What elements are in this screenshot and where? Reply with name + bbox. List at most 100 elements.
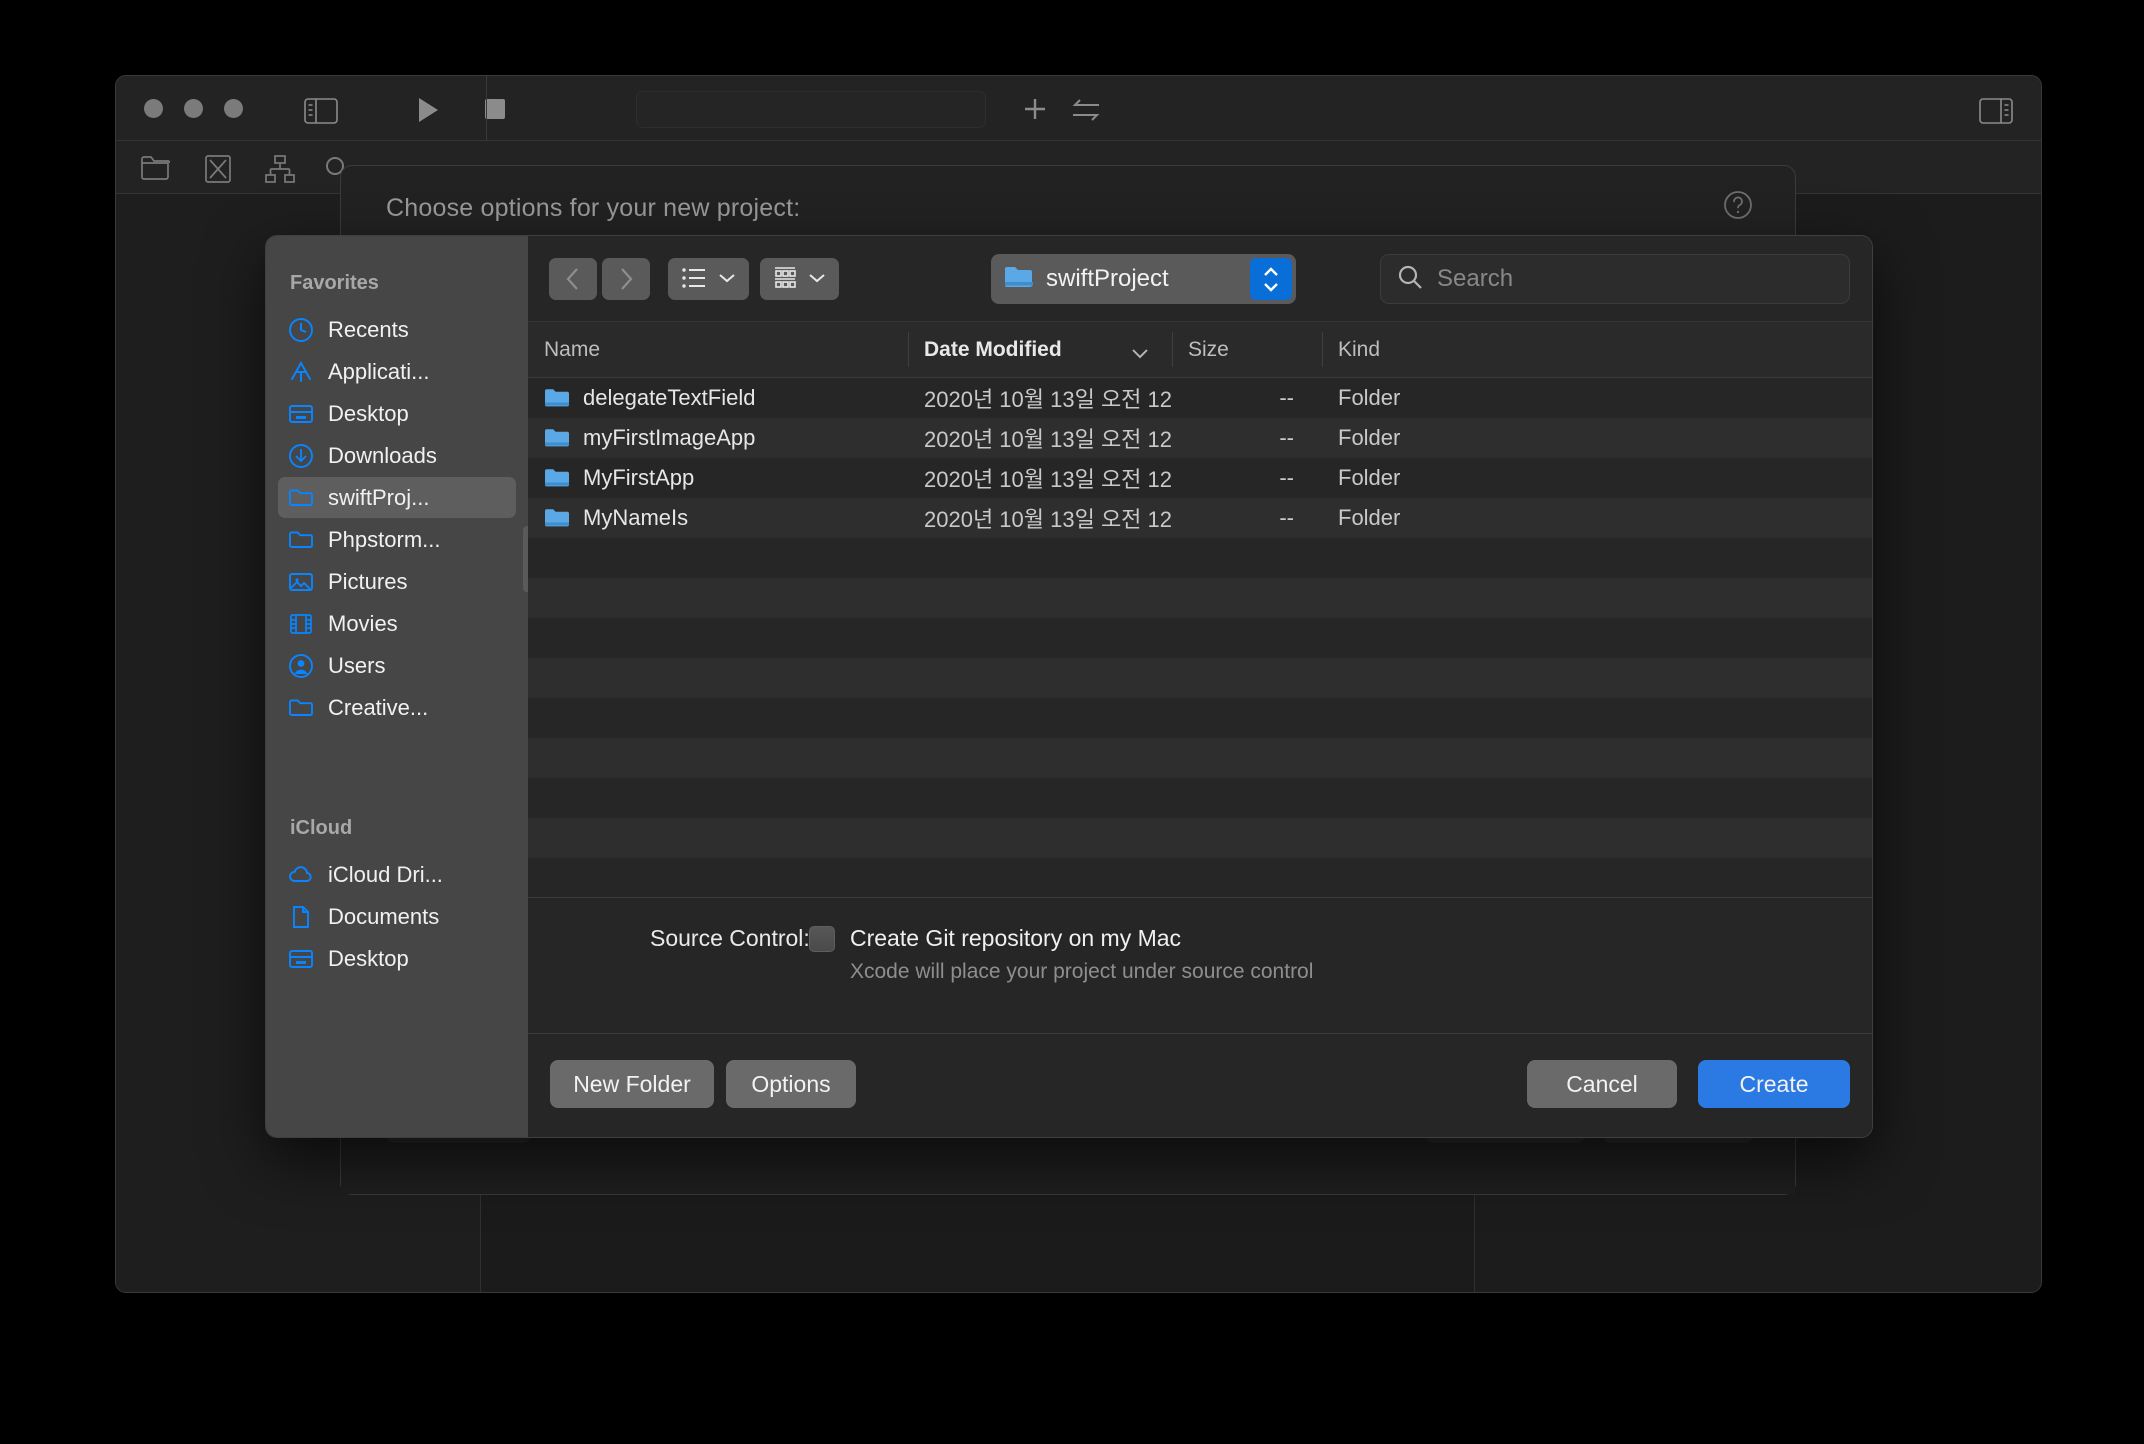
run-button[interactable] <box>416 96 440 129</box>
search-input[interactable]: Search <box>1437 265 1513 293</box>
sidebar-section-spacer <box>266 729 528 817</box>
table-header: Name Date Modified Size Kind <box>528 322 1872 378</box>
sidebar-toggle-icon[interactable] <box>304 98 338 129</box>
pictures-icon <box>288 569 314 595</box>
panel-footer: New Folder Options Cancel Create <box>528 1033 1872 1137</box>
folder-icon <box>1004 264 1034 294</box>
inspector-toggle-icon[interactable] <box>1979 98 2013 129</box>
sidebar-item-label: Desktop <box>328 400 409 426</box>
cell-size: -- <box>1279 465 1294 490</box>
search-field[interactable]: Search <box>1380 254 1850 304</box>
cell-name: MyNameIs <box>528 505 908 531</box>
options-button[interactable]: Options <box>726 1060 856 1108</box>
sidebar-item-recents[interactable]: Recents <box>278 309 516 350</box>
sidebar-item-label: Desktop <box>328 945 409 971</box>
table-row[interactable]: MyFirstApp 2020년 10월 13일 오전 12:25 -- Fol… <box>528 458 1872 498</box>
sidebar-item-movies[interactable]: Movies <box>278 603 516 644</box>
cell-size: -- <box>1279 505 1294 530</box>
source-control-hint: Xcode will place your project under sour… <box>850 960 1314 983</box>
sidebar-item-label: Movies <box>328 610 398 636</box>
sidebar-item-applicati[interactable]: Applicati... <box>278 351 516 392</box>
cell-size: -- <box>1279 385 1294 410</box>
sidebar-item-label: Pictures <box>328 568 408 594</box>
traffic-lights[interactable] <box>144 99 243 118</box>
table-row-empty <box>528 858 1872 897</box>
maximize-button[interactable] <box>224 99 243 118</box>
minimize-button[interactable] <box>184 99 203 118</box>
table-row[interactable]: delegateTextField 2020년 10월 13일 오전 12:25… <box>528 378 1872 418</box>
source-control-label: Source Control: <box>650 925 810 951</box>
panel-main: swiftProject Search Name Date Modified S… <box>528 236 1872 1137</box>
sidebar-item-desktop[interactable]: Desktop <box>278 393 516 434</box>
list-view-icon <box>681 267 707 292</box>
close-button[interactable] <box>144 99 163 118</box>
sidebar-item-label: Users <box>328 652 386 678</box>
list-view-button[interactable] <box>668 258 749 300</box>
table-row[interactable]: myFirstImageApp 2020년 10월 13일 오전 12:25 -… <box>528 418 1872 458</box>
plus-icon[interactable] <box>1021 95 1049 128</box>
movies-icon <box>288 611 314 637</box>
file-name: delegateTextField <box>583 385 756 410</box>
sidebar-item-users[interactable]: Users <box>278 645 516 686</box>
sidebar-item-label: Phpstorm... <box>328 526 441 552</box>
file-name: myFirstImageApp <box>583 425 756 450</box>
group-view-button[interactable] <box>760 258 839 300</box>
column-header-date-label: Date Modified <box>924 337 1062 361</box>
chevron-down-icon <box>718 272 736 287</box>
folder-icon <box>288 527 314 553</box>
folder-icon <box>544 387 570 409</box>
swap-arrows-icon[interactable] <box>1071 98 1101 127</box>
create-git-label[interactable]: Create Git repository on my Mac <box>850 925 1181 952</box>
panel-toolbar: swiftProject Search <box>528 236 1872 322</box>
table-row-empty <box>528 818 1872 858</box>
sidebar-item-phpstorm[interactable]: Phpstorm... <box>278 519 516 560</box>
sidebar-item-label: swiftProj... <box>328 484 430 510</box>
sidebar-item-creative[interactable]: Creative... <box>278 687 516 728</box>
column-header-size[interactable]: Size <box>1172 322 1322 377</box>
sidebar-item-swiftproj[interactable]: swiftProj... <box>278 477 516 518</box>
sidebar-item-label: Applicati... <box>328 358 430 384</box>
column-header-date-modified[interactable]: Date Modified <box>908 322 1172 377</box>
file-name: MyNameIs <box>583 505 689 530</box>
new-folder-button[interactable]: New Folder <box>550 1060 714 1108</box>
cancel-button[interactable]: Cancel <box>1527 1060 1677 1108</box>
help-icon[interactable] <box>1723 190 1753 225</box>
table-row-empty <box>528 658 1872 698</box>
cell-kind: Folder <box>1338 465 1401 490</box>
chevron-down-icon <box>808 272 826 287</box>
hierarchy-icon[interactable] <box>265 155 295 188</box>
user-icon <box>288 653 314 679</box>
chevron-down-icon <box>1130 342 1150 366</box>
x-box-icon[interactable] <box>205 155 231 188</box>
path-popup-button[interactable]: swiftProject <box>991 254 1296 304</box>
clock-icon <box>288 317 314 343</box>
folder-icon[interactable] <box>140 155 171 186</box>
column-header-kind[interactable]: Kind <box>1322 322 1872 377</box>
table-row-empty <box>528 738 1872 778</box>
stop-button[interactable] <box>484 98 506 125</box>
sidebar-item-desktop[interactable]: Desktop <box>278 938 516 979</box>
sidebar-item-documents[interactable]: Documents <box>278 896 516 937</box>
sidebar-item-downloads[interactable]: Downloads <box>278 435 516 476</box>
file-name: MyFirstApp <box>583 465 695 490</box>
cell-kind: Folder <box>1338 425 1401 450</box>
table-row-empty <box>528 578 1872 618</box>
stepper-updown-icon[interactable] <box>1250 258 1292 300</box>
group-view-icon <box>773 266 797 293</box>
panel-sidebar: Favorites Recents Applicati... Desktop Downl… <box>266 236 528 1137</box>
sidebar-item-pictures[interactable]: Pictures <box>278 561 516 602</box>
forward-button[interactable] <box>602 258 650 300</box>
file-list[interactable]: delegateTextField 2020년 10월 13일 오전 12:25… <box>528 378 1872 897</box>
sidebar-item-icloud-dri[interactable]: iCloud Dri... <box>278 854 516 895</box>
sidebar-item-label: Downloads <box>328 442 437 468</box>
create-git-checkbox[interactable] <box>809 926 835 952</box>
create-button[interactable]: Create <box>1698 1060 1850 1108</box>
document-icon <box>288 904 314 930</box>
cell-date-modified: 2020년 10월 13일 오전 12:25 <box>924 427 1172 452</box>
table-row-empty <box>528 538 1872 578</box>
back-button[interactable] <box>549 258 597 300</box>
table-row[interactable]: MyNameIs 2020년 10월 13일 오전 12:25 -- Folde… <box>528 498 1872 538</box>
folder-icon <box>544 507 570 529</box>
column-header-name[interactable]: Name <box>528 322 908 377</box>
folder-icon <box>288 485 314 511</box>
